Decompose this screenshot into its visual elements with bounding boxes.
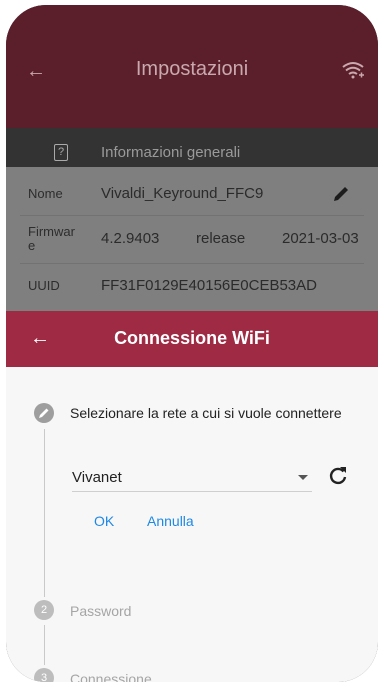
firmware-row: Firmwar e 4.2.9403 release 2021-03-03 — [6, 217, 378, 257]
network-select[interactable]: Vivanet — [72, 465, 312, 492]
divider — [20, 215, 364, 216]
firmware-label-line1: Firmwar — [28, 224, 75, 239]
firmware-date: 2021-03-03 — [282, 230, 359, 247]
divider — [20, 263, 364, 264]
device-info-card: Nome Vivaldi_Keyround_FFC9 Firmwar e 4.2… — [6, 167, 378, 317]
name-label: Nome — [28, 186, 63, 201]
firmware-label-line2: e — [28, 238, 36, 253]
caret-down-icon — [298, 475, 308, 480]
firmware-version: 4.2.9403 — [101, 230, 160, 247]
wifi-dialog-body: Selezionare la rete a cui si vuole conne… — [6, 367, 378, 682]
cancel-button[interactable]: Annulla — [147, 513, 194, 529]
uuid-label: UUID — [28, 278, 60, 293]
pencil-icon[interactable] — [332, 185, 350, 203]
step3-title: Connessione — [70, 671, 152, 682]
step1-title: Selezionare la rete a cui si vuole conne… — [70, 405, 342, 421]
pencil-circle-icon — [34, 403, 54, 423]
step-connector — [44, 625, 45, 665]
step-connector — [44, 429, 45, 597]
device-name-row: Nome Vivaldi_Keyround_FFC9 — [6, 175, 378, 215]
ok-button[interactable]: OK — [94, 513, 114, 529]
question-box-icon: ? — [54, 144, 68, 161]
uuid-row: UUID FF31F0129E40156E0CEB53AD — [6, 265, 378, 305]
step2-title: Password — [70, 603, 132, 619]
wifi-dialog-header: ← Connessione WiFi — [6, 311, 378, 367]
phone-screen: ← Impostazioni ? Informazioni generali N… — [6, 5, 378, 682]
dialog-title: Connessione WiFi — [114, 328, 270, 348]
wifi-plus-icon[interactable] — [342, 61, 364, 79]
refresh-icon[interactable] — [326, 464, 350, 488]
page-title: Impostazioni — [135, 58, 249, 80]
general-info-label: Informazioni generali — [101, 144, 241, 161]
firmware-channel: release — [196, 230, 246, 247]
app-bar: ← Impostazioni — [6, 5, 378, 128]
device-name-value: Vivaldi_Keyround_FFC9 — [101, 185, 264, 202]
step3-number: 3 — [34, 668, 54, 682]
step2-number: 2 — [34, 600, 54, 620]
network-select-value: Vivanet — [72, 469, 122, 486]
firmware-label: Firmwar e — [28, 225, 75, 253]
uuid-value: FF31F0129E40156E0CEB53AD — [101, 277, 317, 294]
